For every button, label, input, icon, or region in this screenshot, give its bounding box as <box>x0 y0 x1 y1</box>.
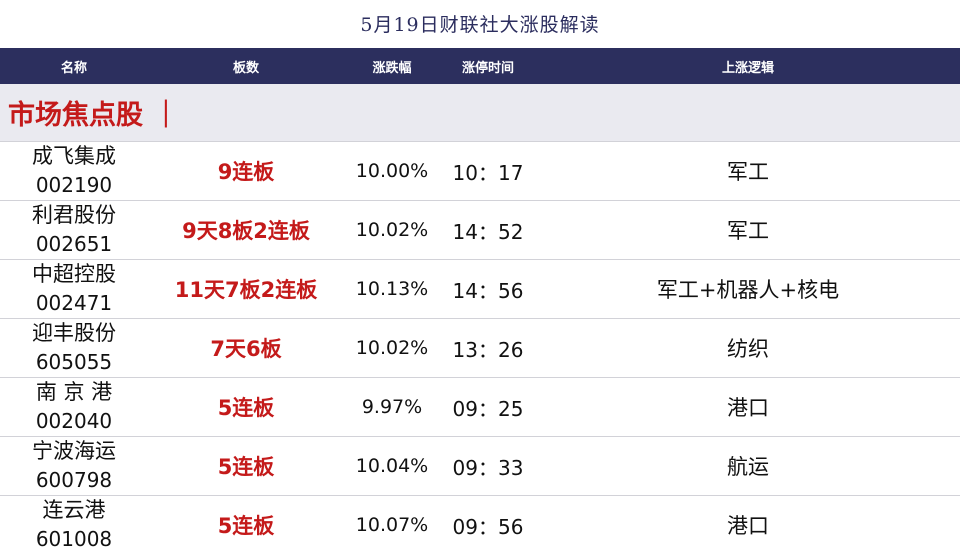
table-row: 南 京 港 002040 5连板 9.97% 09：25 港口 <box>0 378 960 437</box>
stock-cell: 迎丰股份 605055 <box>0 319 148 377</box>
rise-logic: 纺织 <box>727 337 769 361</box>
table-body: 成飞集成 002190 9连板 10.00% 10：17 军工 利君股份 002… <box>0 142 960 554</box>
stock-code: 002471 <box>35 291 113 315</box>
stock-cell: 南 京 港 002040 <box>0 378 148 436</box>
limit-time: 09：25 <box>452 396 524 421</box>
stock-cell: 利君股份 002651 <box>0 201 148 259</box>
stock-name: 中超控股 <box>32 262 116 286</box>
stock-name: 连云港 <box>42 498 106 522</box>
limit-time: 10：17 <box>452 160 524 185</box>
stock-name: 迎丰股份 <box>32 321 116 345</box>
table-row: 利君股份 002651 9天8板2连板 10.02% 14：52 军工 <box>0 201 960 260</box>
table-row: 宁波海运 600798 5连板 10.04% 09：33 航运 <box>0 437 960 496</box>
stock-name: 宁波海运 <box>32 439 116 463</box>
limit-time: 13：26 <box>452 337 524 362</box>
header-logic: 上涨逻辑 <box>721 60 774 76</box>
stock-code: 002651 <box>35 232 113 256</box>
stock-cell: 宁波海运 600798 <box>0 437 148 495</box>
stock-code: 002040 <box>35 409 113 433</box>
rise-logic: 港口 <box>727 514 769 538</box>
stock-name: 南 京 港 <box>35 380 113 404</box>
section-title: 市场焦点股 ｜ <box>0 84 960 142</box>
table-row: 连云港 601008 5连板 10.07% 09：56 港口 <box>0 496 960 554</box>
page: 5月19日财联社大涨股解读 名称 板数 涨跌幅 涨停时间 上涨逻辑 市场焦点股 … <box>0 0 960 552</box>
stock-cell: 成飞集成 002190 <box>0 142 148 200</box>
board-count: 7天6板 <box>210 337 282 361</box>
table-row: 中超控股 002471 11天7板2连板 10.13% 14：56 军工+机器人… <box>0 260 960 319</box>
rise-logic: 军工 <box>727 219 769 243</box>
rise-logic: 军工+机器人+核电 <box>656 278 840 302</box>
board-count: 9天8板2连板 <box>182 219 310 243</box>
header-name: 名称 <box>60 60 87 76</box>
stock-code: 600798 <box>35 468 113 492</box>
change-pct: 9.97% <box>361 396 423 418</box>
board-count: 5连板 <box>217 514 275 538</box>
limit-time: 14：56 <box>452 278 524 303</box>
change-pct: 10.04% <box>355 455 429 477</box>
rise-logic: 军工 <box>727 160 769 184</box>
change-pct: 10.02% <box>355 337 429 359</box>
rise-logic: 港口 <box>727 396 769 420</box>
board-count: 5连板 <box>217 455 275 479</box>
stock-code: 605055 <box>35 350 113 374</box>
change-pct: 10.02% <box>355 219 429 241</box>
stock-name: 利君股份 <box>32 203 116 227</box>
table-header: 名称 板数 涨跌幅 涨停时间 上涨逻辑 <box>0 48 960 84</box>
table-row: 成飞集成 002190 9连板 10.00% 10：17 军工 <box>0 142 960 201</box>
rise-logic: 航运 <box>727 455 769 479</box>
stock-cell: 连云港 601008 <box>0 496 148 554</box>
header-limit-time: 涨停时间 <box>461 60 514 76</box>
board-count: 11天7板2连板 <box>174 278 318 302</box>
stock-code: 002190 <box>35 173 113 197</box>
header-change: 涨跌幅 <box>372 60 412 76</box>
table-row: 迎丰股份 605055 7天6板 10.02% 13：26 纺织 <box>0 319 960 378</box>
change-pct: 10.00% <box>355 160 429 182</box>
stock-cell: 中超控股 002471 <box>0 260 148 318</box>
board-count: 9连板 <box>217 160 275 184</box>
stock-name: 成飞集成 <box>32 144 116 168</box>
stock-code: 601008 <box>35 527 113 551</box>
limit-time: 09：56 <box>452 514 524 539</box>
limit-time: 14：52 <box>452 219 524 244</box>
change-pct: 10.07% <box>355 514 429 536</box>
page-title: 5月19日财联社大涨股解读 <box>360 14 600 36</box>
board-count: 5连板 <box>217 396 275 420</box>
change-pct: 10.13% <box>355 278 429 300</box>
header-boards: 板数 <box>232 60 259 76</box>
limit-time: 09：33 <box>452 455 524 480</box>
